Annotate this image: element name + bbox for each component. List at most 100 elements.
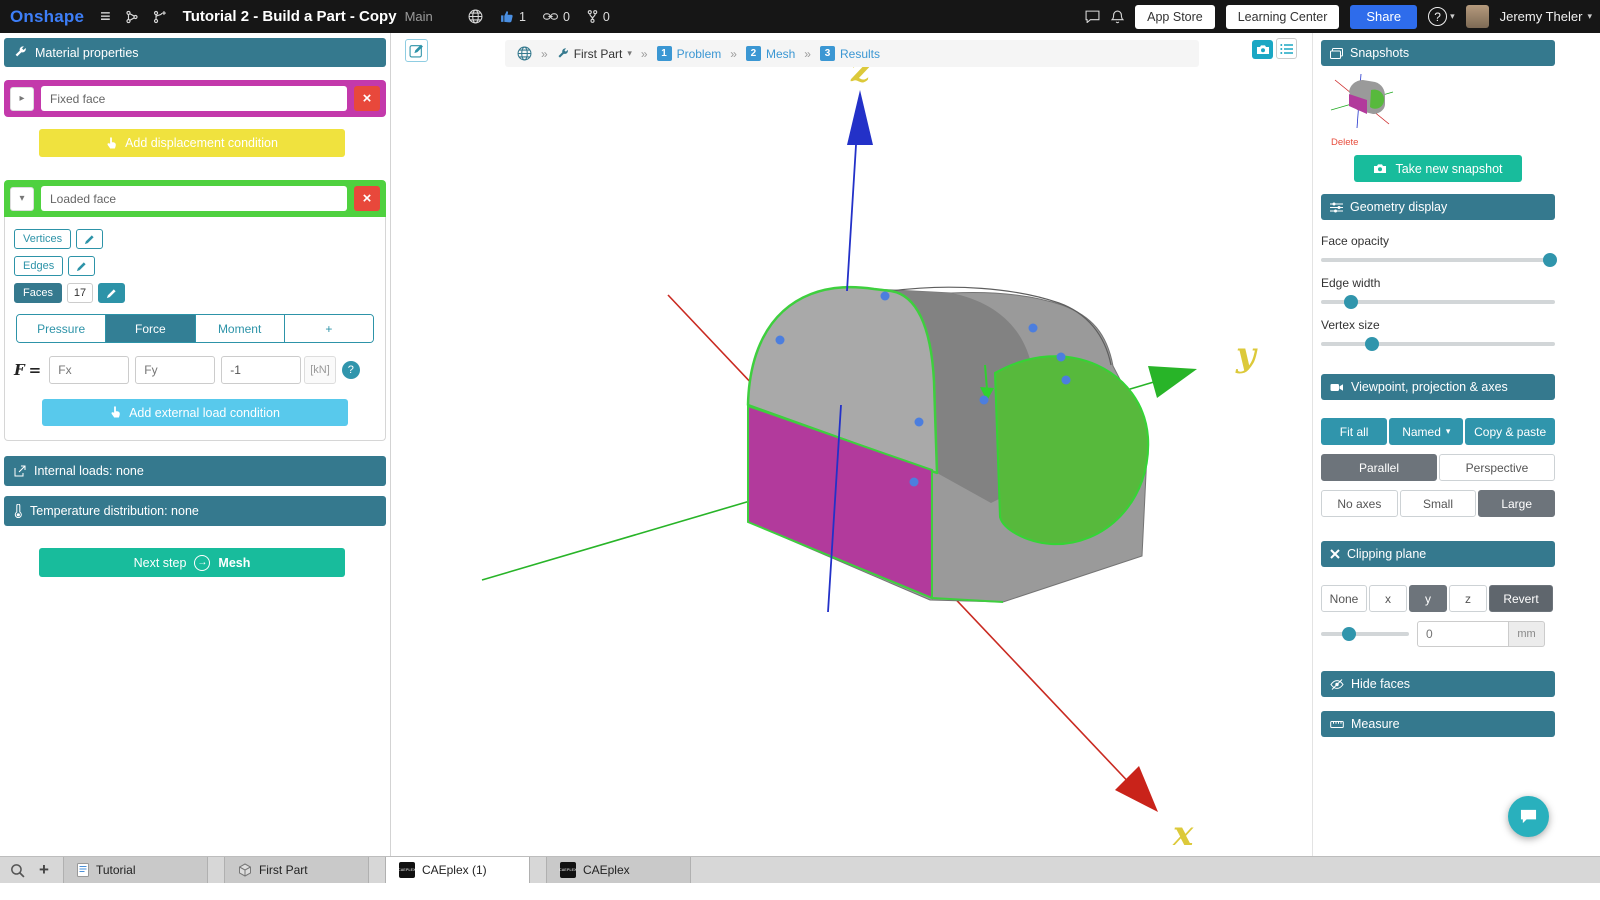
clipping-offset-row: mm: [1321, 621, 1555, 647]
pencil-icon: [84, 234, 95, 245]
onshape-logo[interactable]: Onshape: [10, 7, 84, 27]
edit-vertices-button[interactable]: [76, 229, 103, 249]
no-axes-button[interactable]: No axes: [1321, 490, 1398, 517]
collapse-condition-button[interactable]: ▾: [10, 187, 34, 211]
tab-pressure[interactable]: Pressure: [17, 315, 105, 342]
named-views-button[interactable]: Named ▾: [1389, 418, 1463, 445]
chat-launcher-button[interactable]: [1508, 796, 1549, 837]
step-mesh[interactable]: 2 Mesh: [746, 46, 795, 61]
delete-fixed-face-button[interactable]: ×: [354, 86, 380, 111]
clip-revert-button[interactable]: Revert: [1489, 585, 1553, 612]
vertices-button[interactable]: Vertices: [14, 229, 71, 249]
clipping-offset-input[interactable]: [1417, 621, 1509, 647]
fixed-face-name-input[interactable]: [41, 86, 347, 111]
geometry-display-header[interactable]: Geometry display: [1321, 194, 1555, 220]
app-store-button[interactable]: App Store: [1135, 5, 1215, 29]
drawing-tab-icon: [77, 863, 89, 877]
clip-z-button[interactable]: z: [1449, 585, 1487, 612]
slider-knob[interactable]: [1342, 627, 1356, 641]
slider-knob[interactable]: [1543, 253, 1557, 267]
step-problem[interactable]: 1 Problem: [657, 46, 722, 61]
measure-header[interactable]: Measure: [1321, 711, 1555, 737]
edit-faces-button[interactable]: [98, 283, 125, 303]
clipping-offset-slider[interactable]: [1321, 627, 1409, 641]
likes-counter[interactable]: 1: [500, 10, 526, 24]
delete-snapshot-link[interactable]: Delete: [1331, 137, 1555, 148]
slider-knob[interactable]: [1365, 337, 1379, 351]
step-results[interactable]: 3 Results: [820, 46, 880, 61]
3d-viewport[interactable]: z y x: [391, 33, 1312, 856]
large-axes-button[interactable]: Large: [1478, 490, 1555, 517]
edit-edges-button[interactable]: [68, 256, 95, 276]
add-displacement-button[interactable]: Add displacement condition: [39, 129, 345, 157]
copy-paste-view-button[interactable]: Copy & paste: [1465, 418, 1555, 445]
tab-tutorial[interactable]: Tutorial: [63, 857, 208, 883]
tab-first-part[interactable]: First Part: [224, 857, 369, 883]
temperature-label: Temperature distribution: none: [30, 504, 199, 518]
fit-all-button[interactable]: Fit all: [1321, 418, 1387, 445]
workspace-name[interactable]: Main: [405, 9, 433, 24]
public-globe-icon[interactable]: [468, 9, 483, 24]
fx-input[interactable]: [49, 356, 129, 384]
forks-counter[interactable]: 0: [587, 10, 610, 24]
take-snapshot-button[interactable]: Take new snapshot: [1354, 155, 1522, 182]
screenshot-camera-button[interactable]: [1252, 40, 1273, 59]
edit-part-button[interactable]: [405, 39, 428, 62]
perspective-button[interactable]: Perspective: [1439, 454, 1555, 481]
delete-loaded-face-button[interactable]: ×: [354, 186, 380, 211]
part-studio-icon: [238, 863, 252, 877]
face-opacity-slider[interactable]: [1321, 253, 1555, 267]
edge-width-slider[interactable]: [1321, 295, 1555, 309]
expand-condition-button[interactable]: ▸: [10, 87, 34, 111]
avatar[interactable]: [1466, 5, 1489, 28]
main-menu-icon[interactable]: ≡: [100, 6, 111, 27]
learning-center-button[interactable]: Learning Center: [1226, 5, 1340, 29]
faces-button[interactable]: Faces: [14, 283, 62, 303]
globe-icon[interactable]: [517, 46, 532, 61]
small-axes-button[interactable]: Small: [1400, 490, 1477, 517]
clip-y-button[interactable]: y: [1409, 585, 1447, 612]
material-properties-header[interactable]: Material properties: [4, 38, 386, 67]
force-help-icon[interactable]: ?: [342, 361, 360, 379]
wrench-icon: [14, 46, 27, 59]
edges-button[interactable]: Edges: [14, 256, 63, 276]
clipping-plane-header[interactable]: Clipping plane: [1321, 541, 1555, 567]
new-tab-button[interactable]: +: [39, 860, 49, 880]
snapshots-icon: [1330, 48, 1343, 59]
breadcrumb-part[interactable]: First Part ▾: [557, 47, 632, 61]
links-counter[interactable]: 0: [543, 10, 570, 24]
tab-caeplex-1[interactable]: CAEPLEX CAEplex (1): [385, 857, 530, 883]
fz-input[interactable]: [221, 356, 301, 384]
vertex-size-slider[interactable]: [1321, 337, 1555, 351]
feedback-chat-icon[interactable]: [1085, 10, 1100, 23]
help-menu[interactable]: ? ▾: [1428, 7, 1455, 26]
add-external-load-button[interactable]: Add external load condition: [42, 399, 348, 426]
tab-caeplex-2[interactable]: CAEPLEX CAEplex: [546, 857, 691, 883]
clip-none-button[interactable]: None: [1321, 585, 1367, 612]
tab-force[interactable]: Force: [105, 315, 194, 342]
viewpoint-header[interactable]: Viewpoint, projection & axes: [1321, 374, 1555, 400]
share-button[interactable]: Share: [1350, 5, 1417, 29]
notifications-bell-icon[interactable]: [1111, 10, 1124, 24]
camera-icon: [1373, 163, 1387, 174]
tab-moment[interactable]: Moment: [195, 315, 284, 342]
loaded-face-name-input[interactable]: [41, 186, 347, 211]
next-step-button[interactable]: Next step → Mesh: [39, 548, 345, 577]
branch-icon[interactable]: [153, 10, 167, 24]
tab-add-load-type[interactable]: +: [284, 315, 373, 342]
search-tabs-icon[interactable]: [10, 863, 25, 878]
versions-icon[interactable]: [125, 10, 139, 24]
fy-input[interactable]: [135, 356, 215, 384]
slider-knob[interactable]: [1344, 295, 1358, 309]
fork-icon: [587, 10, 598, 23]
user-menu[interactable]: Jeremy Theler ▾: [1500, 9, 1592, 24]
y-axis-label: y: [1235, 335, 1258, 375]
clip-x-button[interactable]: x: [1369, 585, 1407, 612]
parallel-button[interactable]: Parallel: [1321, 454, 1437, 481]
snapshot-thumbnail[interactable]: [1327, 70, 1397, 132]
internal-loads-header[interactable]: Internal loads: none: [4, 456, 386, 486]
snapshots-header[interactable]: Snapshots: [1321, 40, 1555, 66]
hide-faces-header[interactable]: Hide faces: [1321, 671, 1555, 697]
temperature-header[interactable]: Temperature distribution: none: [4, 496, 386, 526]
view-list-button[interactable]: [1276, 38, 1297, 59]
